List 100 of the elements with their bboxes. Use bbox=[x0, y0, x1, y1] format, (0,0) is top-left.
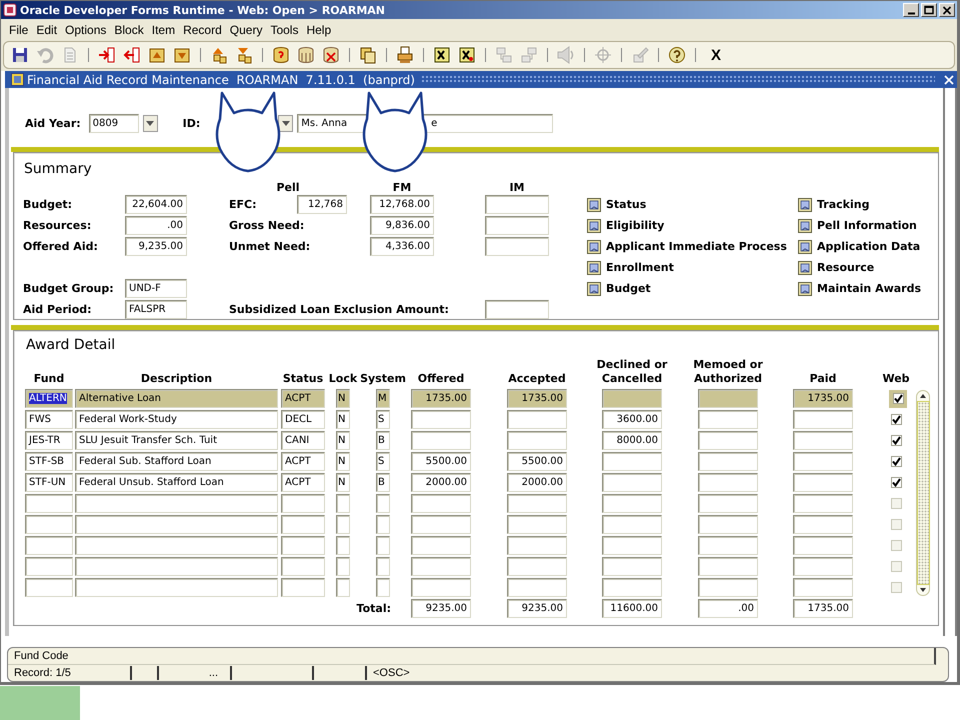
table-cell[interactable] bbox=[376, 515, 390, 534]
table-cell[interactable] bbox=[281, 557, 325, 576]
table-cell[interactable] bbox=[25, 536, 73, 555]
table-cell[interactable] bbox=[793, 431, 853, 450]
table-cell[interactable]: SLU Jesuit Transfer Sch. Tuit bbox=[75, 431, 278, 450]
table-cell[interactable]: ACPT bbox=[281, 452, 325, 471]
toolbar-button[interactable] bbox=[667, 45, 687, 65]
toolbar-button[interactable] bbox=[358, 45, 378, 65]
table-cell[interactable] bbox=[698, 452, 758, 471]
dropdown-button[interactable] bbox=[278, 115, 294, 132]
table-cell[interactable] bbox=[281, 494, 325, 513]
table-cell[interactable] bbox=[793, 515, 853, 534]
table-cell[interactable] bbox=[507, 494, 567, 513]
total-field[interactable]: 11600.00 bbox=[602, 599, 662, 618]
table-cell[interactable]: 8000.00 bbox=[602, 431, 662, 450]
table-cell[interactable] bbox=[25, 515, 73, 534]
table-cell[interactable]: DECL bbox=[281, 410, 325, 429]
table-cell[interactable]: ACPT bbox=[281, 389, 325, 408]
table-cell[interactable] bbox=[376, 578, 390, 597]
table-cell[interactable] bbox=[507, 515, 567, 534]
table-cell[interactable] bbox=[25, 494, 73, 513]
table-cell[interactable] bbox=[698, 473, 758, 492]
table-cell[interactable]: STF-SB bbox=[25, 452, 73, 471]
checkbox[interactable] bbox=[890, 435, 902, 446]
code-field[interactable]: UND-F bbox=[125, 279, 187, 298]
scrollbar[interactable] bbox=[916, 390, 930, 596]
aid-year-field[interactable]: 0809 bbox=[88, 114, 139, 133]
table-cell[interactable] bbox=[698, 515, 758, 534]
amount-field[interactable]: 22,604.00 bbox=[125, 195, 187, 214]
table-cell[interactable] bbox=[602, 557, 662, 576]
menu-item[interactable]: Query bbox=[226, 23, 266, 37]
table-cell[interactable]: Federal Sub. Stafford Loan bbox=[75, 452, 278, 471]
option-link[interactable]: Enrollment bbox=[587, 260, 674, 274]
table-cell[interactable]: 1735.00 bbox=[507, 389, 567, 408]
table-cell[interactable]: N bbox=[336, 473, 350, 492]
table-cell[interactable] bbox=[602, 389, 662, 408]
table-cell[interactable] bbox=[411, 557, 471, 576]
table-cell[interactable] bbox=[793, 452, 853, 471]
amount-field[interactable]: 12,768 bbox=[297, 195, 347, 214]
table-cell[interactable]: CANI bbox=[281, 431, 325, 450]
table-cell[interactable] bbox=[75, 515, 278, 534]
table-cell[interactable] bbox=[281, 578, 325, 597]
table-cell[interactable]: N bbox=[336, 452, 350, 471]
close-button[interactable] bbox=[939, 3, 955, 17]
amount-field[interactable] bbox=[485, 237, 549, 256]
table-cell[interactable] bbox=[411, 410, 471, 429]
menu-item[interactable]: Item bbox=[148, 23, 180, 37]
table-cell[interactable] bbox=[411, 536, 471, 555]
table-cell[interactable]: Federal Unsub. Stafford Loan bbox=[75, 473, 278, 492]
table-cell[interactable]: N bbox=[336, 410, 350, 429]
table-cell[interactable] bbox=[698, 536, 758, 555]
toolbar-button[interactable] bbox=[457, 45, 477, 65]
table-cell[interactable] bbox=[793, 578, 853, 597]
table-cell[interactable]: S bbox=[376, 452, 390, 471]
table-cell[interactable]: ACPT bbox=[281, 473, 325, 492]
toolbar-button[interactable] bbox=[432, 45, 452, 65]
table-cell[interactable] bbox=[793, 473, 853, 492]
table-cell[interactable]: S bbox=[376, 410, 390, 429]
table-cell[interactable] bbox=[698, 557, 758, 576]
option-link[interactable]: Applicant Immediate Process bbox=[587, 240, 787, 254]
toolbar-button[interactable] bbox=[271, 45, 291, 65]
option-link[interactable]: Maintain Awards bbox=[798, 282, 922, 296]
table-cell[interactable] bbox=[507, 536, 567, 555]
option-link[interactable]: Resource bbox=[798, 260, 874, 274]
table-cell[interactable] bbox=[75, 557, 278, 576]
table-cell[interactable]: ALTERN bbox=[25, 389, 73, 408]
option-link[interactable]: Tracking bbox=[798, 198, 870, 212]
table-cell[interactable] bbox=[602, 473, 662, 492]
table-cell[interactable] bbox=[336, 578, 350, 597]
table-cell[interactable] bbox=[411, 578, 471, 597]
maximize-button[interactable] bbox=[921, 3, 937, 17]
table-cell[interactable] bbox=[602, 494, 662, 513]
table-cell[interactable] bbox=[336, 557, 350, 576]
amount-field[interactable] bbox=[485, 195, 549, 214]
table-cell[interactable] bbox=[698, 389, 758, 408]
table-cell[interactable] bbox=[507, 557, 567, 576]
table-cell[interactable]: B bbox=[376, 431, 390, 450]
table-cell[interactable] bbox=[698, 578, 758, 597]
table-cell[interactable] bbox=[411, 494, 471, 513]
table-cell[interactable] bbox=[75, 578, 278, 597]
checkbox[interactable] bbox=[890, 414, 902, 425]
table-cell[interactable] bbox=[602, 536, 662, 555]
table-cell[interactable] bbox=[507, 410, 567, 429]
toolbar-button[interactable] bbox=[10, 45, 30, 65]
table-cell[interactable] bbox=[793, 557, 853, 576]
table-cell[interactable]: 3600.00 bbox=[602, 410, 662, 429]
option-link[interactable]: Pell Information bbox=[798, 218, 917, 232]
table-cell[interactable] bbox=[75, 494, 278, 513]
table-cell[interactable] bbox=[602, 515, 662, 534]
table-cell[interactable]: N bbox=[336, 389, 350, 408]
table-cell[interactable] bbox=[698, 431, 758, 450]
code-field[interactable]: FALSPR bbox=[125, 300, 187, 319]
table-cell[interactable] bbox=[376, 536, 390, 555]
table-cell[interactable] bbox=[336, 515, 350, 534]
amount-field[interactable]: 9,235.00 bbox=[125, 237, 187, 256]
table-cell[interactable] bbox=[698, 494, 758, 513]
table-cell[interactable] bbox=[75, 536, 278, 555]
amount-field[interactable]: 12,768.00 bbox=[370, 195, 434, 214]
option-link[interactable]: Application Data bbox=[798, 240, 920, 254]
table-cell[interactable] bbox=[336, 536, 350, 555]
